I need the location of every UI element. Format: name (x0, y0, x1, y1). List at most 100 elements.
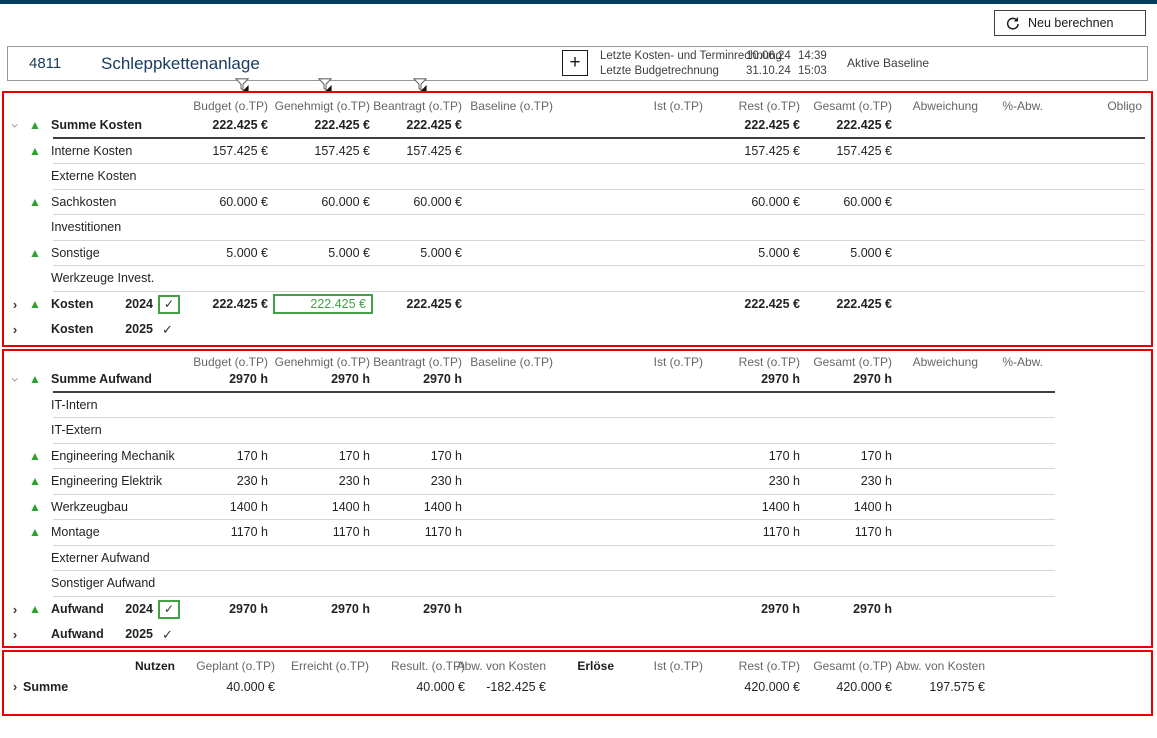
calc-times: 14:39 15:03 (798, 49, 827, 79)
cell-beantragt: 1170 h (332, 520, 462, 546)
trend-up-icon: ▲ (29, 367, 41, 393)
cell-beantragt: 1400 h (332, 495, 462, 521)
active-baseline-label: Aktive Baseline (847, 47, 929, 80)
project-header-bar: 4811 Schleppkettenanlage + Letzte Kosten… (7, 46, 1148, 81)
table-row: IT-Intern (4, 393, 1151, 419)
row-year: 2025 (119, 622, 153, 648)
trend-up-icon: ▲ (29, 597, 41, 623)
column-filter-icon[interactable] (318, 78, 332, 92)
collapse-chevron-icon[interactable]: › (2, 373, 28, 387)
last-cost-calc-date: 10.06.24 (746, 49, 791, 64)
table-row: Externer Aufwand (4, 546, 1151, 572)
cell-gesamt: 222.425 € (762, 113, 892, 139)
year-check-icon[interactable]: ✓ (162, 317, 173, 343)
row-label: Sachkosten (51, 190, 116, 216)
expand-chevron-icon[interactable]: › (8, 292, 22, 318)
nutzen-table: NutzenGeplant (o.TP)Erreicht (o.TP)Resul… (2, 650, 1153, 716)
row-label: Werkzeuge Invest. (51, 266, 154, 292)
recalculate-button[interactable]: Neu berechnen (994, 10, 1146, 36)
kosten-table: Budget (o.TP)Genehmigt (o.TP)Beantragt (… (2, 91, 1153, 347)
cell-abw_von_kosten2: 197.575 € (855, 674, 985, 700)
table-row: › Aufwand 2025 ✓ (4, 622, 1151, 648)
trend-up-icon: ▲ (29, 139, 41, 165)
table-row: ›▲Kosten2024✓222.425 €222.425 €222.425 €… (4, 292, 1151, 318)
cell-beantragt: 230 h (332, 469, 462, 495)
row-label: Aufwand (51, 622, 104, 648)
cell-gesamt: 230 h (762, 469, 892, 495)
cell-beantragt: 157.425 € (332, 139, 462, 165)
table-row: Sonstiger Aufwand (4, 571, 1151, 597)
row-label: Aufwand (51, 597, 104, 623)
expand-chevron-icon[interactable]: › (8, 622, 22, 648)
table-row: ▲Engineering Mechanik170 h170 h170 h170 … (4, 444, 1151, 470)
expand-chevron-icon[interactable]: › (8, 674, 22, 700)
cell-beantragt: 222.425 € (332, 292, 462, 318)
table-row: ›▲Summe Aufwand2970 h2970 h2970 h2970 h2… (4, 367, 1151, 393)
cell-beantragt: 60.000 € (332, 190, 462, 216)
table-row: ›Summe40.000 €40.000 €-182.425 €420.000 … (4, 674, 1151, 700)
cell-gesamt: 222.425 € (762, 292, 892, 318)
project-id: 4811 (29, 47, 61, 80)
trend-up-icon: ▲ (29, 520, 41, 546)
app-window: Neu berechnen 4811 Schleppkettenanlage +… (0, 0, 1157, 738)
cell-gesamt: 1400 h (762, 495, 892, 521)
cell-gesamt: 2970 h (762, 597, 892, 623)
cell-beantragt: 222.425 € (332, 113, 462, 139)
cell-gesamt: 60.000 € (762, 190, 892, 216)
table-row: ▲Werkzeugbau1400 h1400 h1400 h1400 h1400… (4, 495, 1151, 521)
recalculate-label: Neu berechnen (1028, 16, 1113, 30)
row-label: Summe (23, 674, 68, 700)
cell-budget: 222.425 € (138, 292, 268, 318)
cell-beantragt: 2970 h (332, 367, 462, 393)
trend-up-icon: ▲ (29, 113, 41, 139)
row-label: Interne Kosten (51, 139, 132, 165)
cell-gesamt: 5.000 € (762, 241, 892, 267)
cell-beantragt: 5.000 € (332, 241, 462, 267)
refresh-icon (1005, 16, 1020, 31)
column-filter-icon[interactable] (413, 78, 427, 92)
last-budget-calc-time: 15:03 (798, 64, 827, 79)
trend-up-icon: ▲ (29, 469, 41, 495)
row-label: Summe Aufwand (51, 367, 152, 393)
add-button[interactable]: + (562, 50, 588, 76)
table-row: Werkzeuge Invest. (4, 266, 1151, 292)
row-label: Sonstige (51, 241, 100, 267)
table-row: Investitionen (4, 215, 1151, 241)
last-budget-calc-date: 31.10.24 (746, 64, 791, 79)
table-row: ▲Engineering Elektrik230 h230 h230 h230 … (4, 469, 1151, 495)
row-label: IT-Intern (51, 393, 98, 419)
expand-chevron-icon[interactable]: › (8, 597, 22, 623)
last-cost-calc-time: 14:39 (798, 49, 827, 64)
trend-up-icon: ▲ (29, 444, 41, 470)
row-label: Kosten (51, 317, 93, 343)
year-check-icon[interactable]: ✓ (162, 622, 173, 648)
trend-up-icon: ▲ (29, 292, 41, 318)
row-label: Externe Kosten (51, 164, 136, 190)
collapse-chevron-icon[interactable]: › (2, 119, 28, 133)
row-label: IT-Extern (51, 418, 102, 444)
cell-beantragt: 2970 h (332, 597, 462, 623)
row-label: Werkzeugbau (51, 495, 128, 521)
plus-icon: + (569, 52, 580, 73)
table-row: ›▲Aufwand2024✓2970 h2970 h2970 h2970 h29… (4, 597, 1151, 623)
table-row: ▲Sachkosten60.000 €60.000 €60.000 €60.00… (4, 190, 1151, 216)
cell-gesamt: 1170 h (762, 520, 892, 546)
table-row: ▲Sonstige5.000 €5.000 €5.000 €5.000 €5.0… (4, 241, 1151, 267)
row-label: Kosten (51, 292, 93, 318)
expand-chevron-icon[interactable]: › (8, 317, 22, 343)
calc-dates: 10.06.24 31.10.24 (746, 49, 791, 79)
table-row: ›▲Summe Kosten222.425 €222.425 €222.425 … (4, 113, 1151, 139)
top-accent-bar (0, 0, 1157, 4)
row-label: Sonstiger Aufwand (51, 571, 155, 597)
table-row: ▲Interne Kosten157.425 €157.425 €157.425… (4, 139, 1151, 165)
table-row: Externe Kosten (4, 164, 1151, 190)
table-row: ›Kosten2025✓ (4, 317, 1151, 343)
trend-up-icon: ▲ (29, 241, 41, 267)
trend-up-icon: ▲ (29, 190, 41, 216)
column-filter-icon[interactable] (235, 78, 249, 92)
trend-up-icon: ▲ (29, 495, 41, 521)
cell-abw_von_kosten: -182.425 € (416, 674, 546, 700)
cell-gesamt: 2970 h (762, 367, 892, 393)
row-label: Investitionen (51, 215, 121, 241)
table-row: ▲Montage1170 h1170 h1170 h1170 h1170 h (4, 520, 1151, 546)
